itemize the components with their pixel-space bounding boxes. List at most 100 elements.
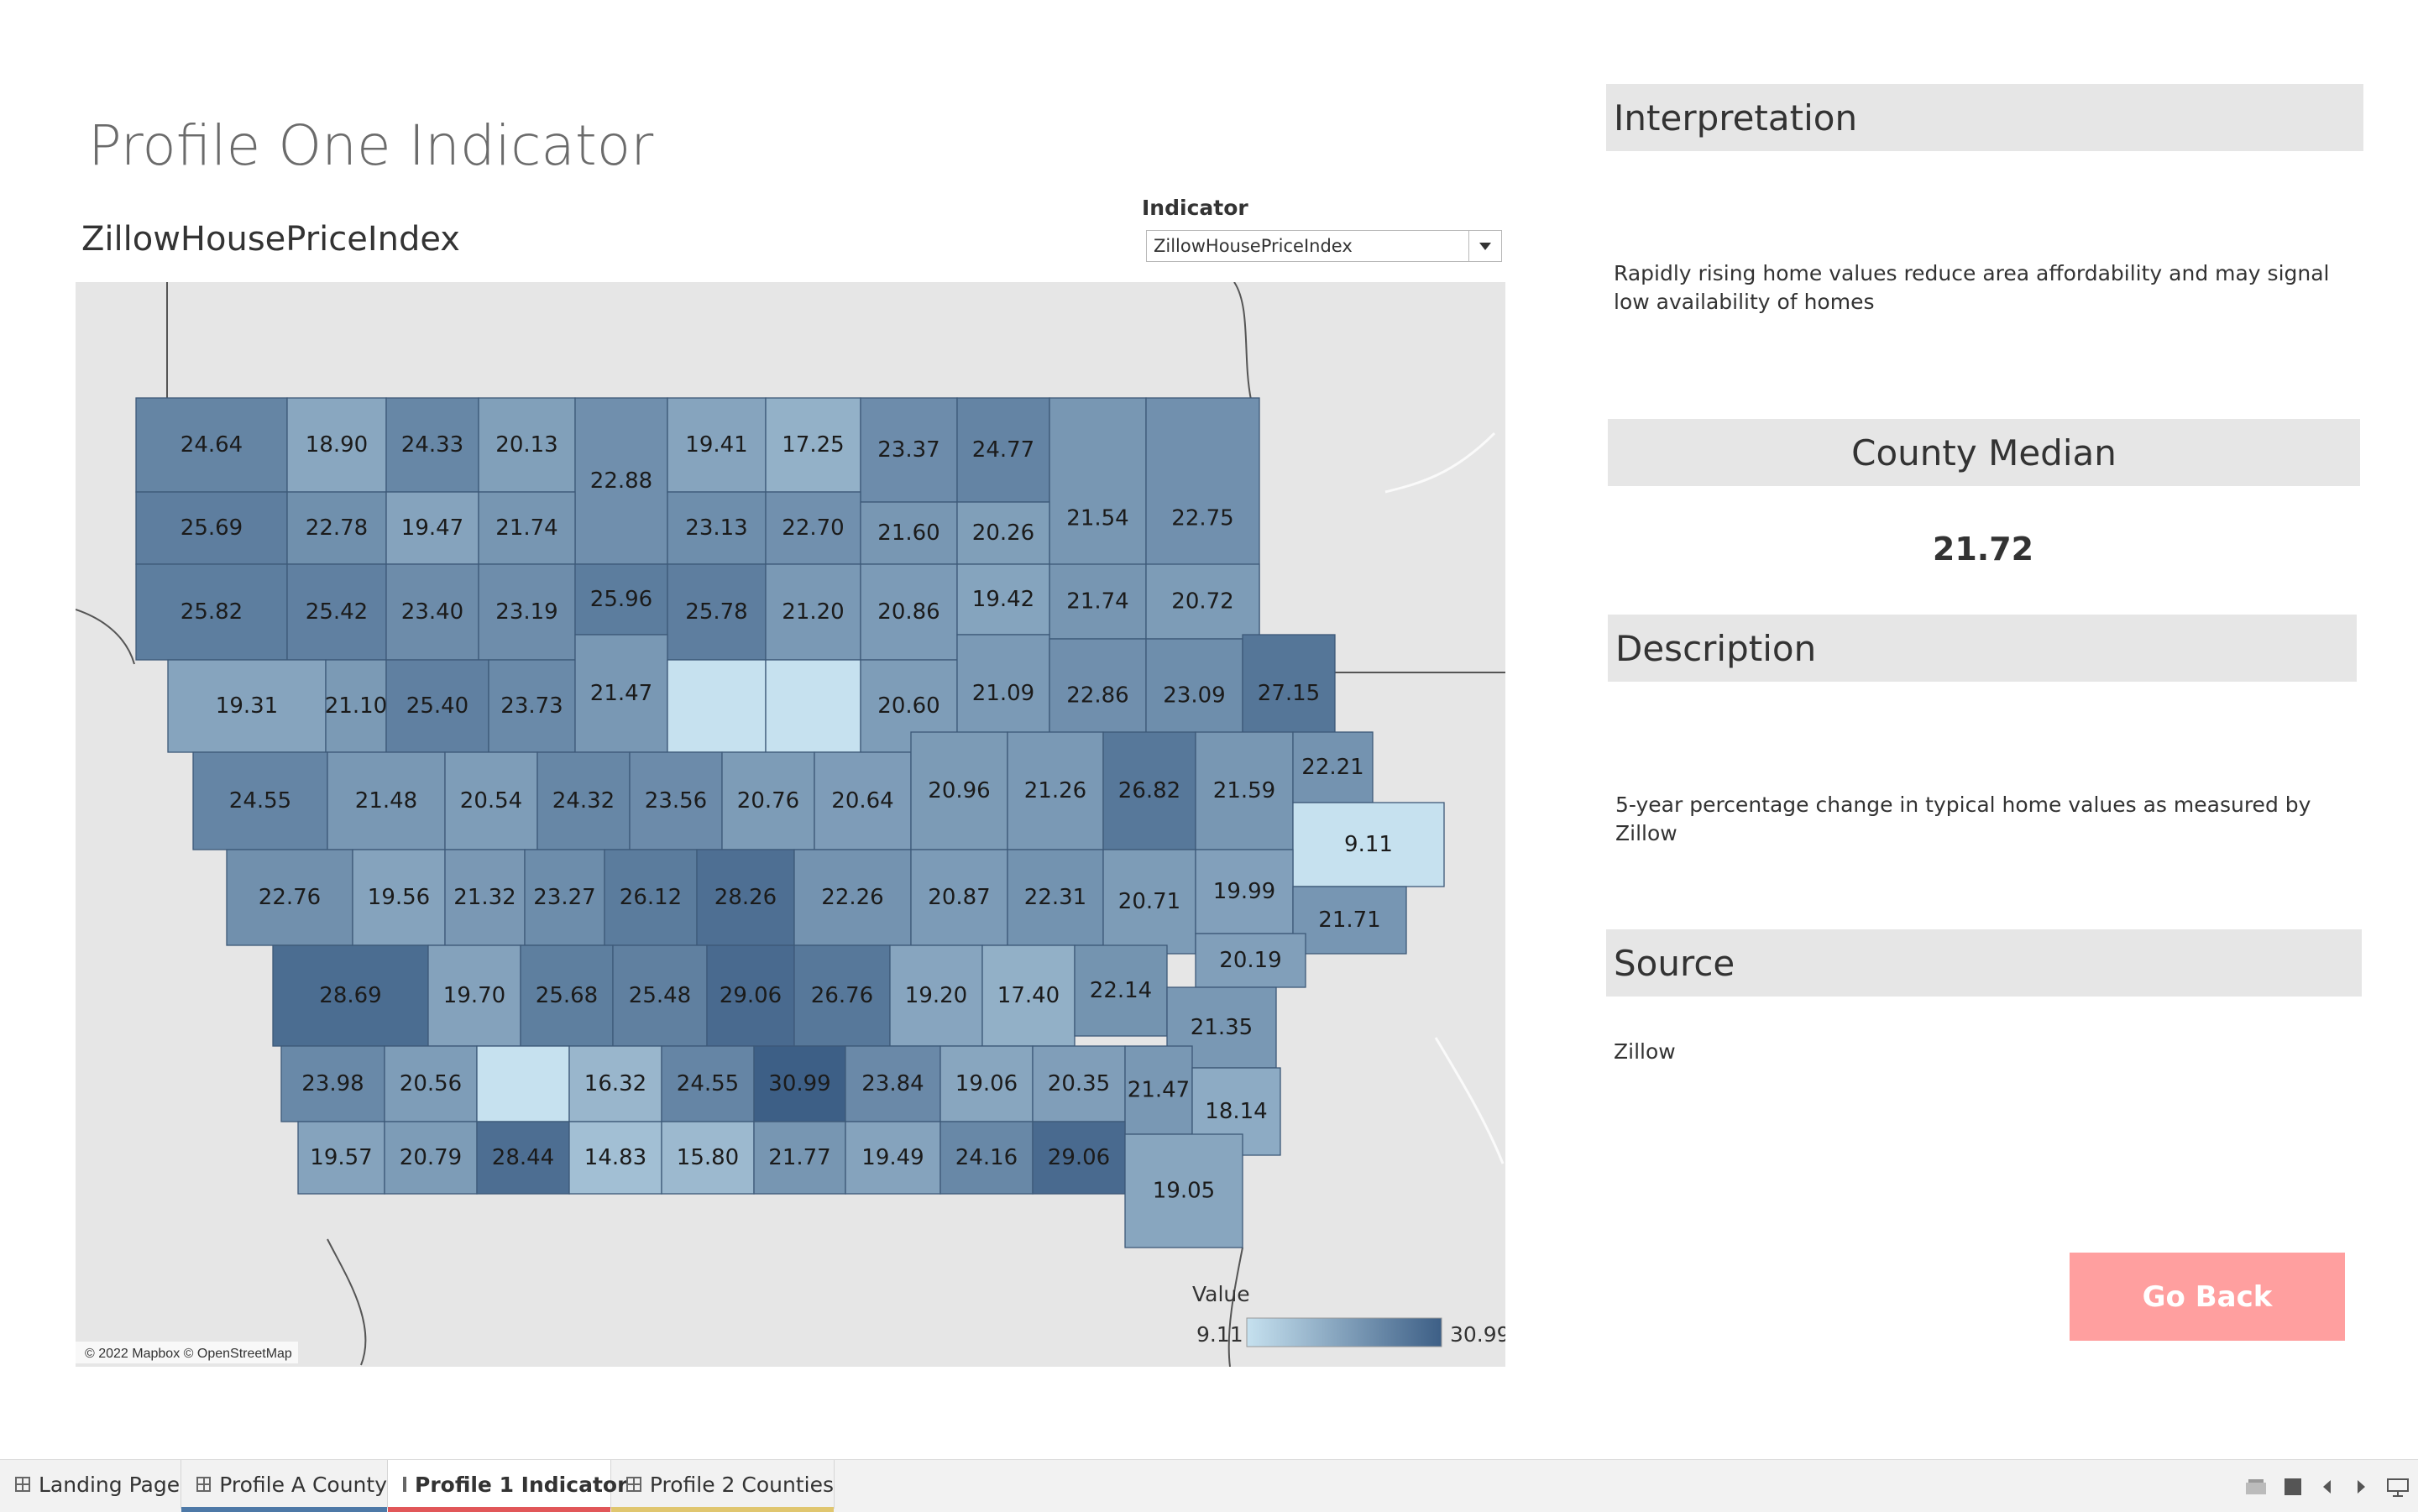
county-shape[interactable] — [325, 659, 387, 753]
county-shape[interactable] — [860, 397, 958, 503]
county-shape[interactable] — [661, 1045, 755, 1122]
indicator-dropdown[interactable]: ZillowHousePriceIndex — [1146, 230, 1502, 262]
county-shape[interactable] — [667, 659, 767, 753]
county-shape[interactable] — [629, 751, 723, 850]
county-shape[interactable] — [1007, 731, 1104, 850]
county-shape[interactable] — [520, 944, 614, 1047]
county-shape[interactable] — [910, 731, 1008, 850]
county-shape[interactable] — [612, 944, 708, 1047]
county-shape[interactable] — [765, 491, 861, 565]
county-shape[interactable] — [1145, 563, 1260, 640]
county-shape[interactable] — [478, 491, 576, 565]
county-shape[interactable] — [574, 634, 668, 753]
county-shape[interactable] — [721, 751, 815, 850]
county-shape[interactable] — [793, 944, 891, 1047]
county-shape[interactable] — [385, 659, 489, 753]
county-shape[interactable] — [661, 1121, 755, 1195]
county-shape[interactable] — [167, 659, 327, 753]
county-shape[interactable] — [1032, 1121, 1126, 1195]
county-shape[interactable] — [765, 563, 861, 661]
county-shape[interactable] — [860, 501, 958, 565]
county-shape[interactable] — [135, 397, 288, 493]
county-shape[interactable] — [1032, 1045, 1126, 1122]
county-shape[interactable] — [192, 751, 328, 850]
county-shape[interactable] — [845, 1121, 941, 1195]
county-shape[interactable] — [286, 397, 387, 493]
county-shape[interactable] — [478, 563, 576, 661]
county-shape[interactable] — [956, 563, 1050, 636]
county-shape[interactable] — [696, 849, 795, 946]
county-shape[interactable] — [272, 944, 429, 1047]
county-shape[interactable] — [860, 563, 958, 661]
square-icon[interactable] — [2284, 1478, 2302, 1499]
county-shape[interactable] — [667, 397, 767, 493]
county-shape[interactable] — [753, 1045, 846, 1122]
county-shape[interactable] — [1292, 802, 1445, 887]
county-shape[interactable] — [385, 491, 479, 565]
layout-toggle-icon[interactable] — [2245, 1478, 2267, 1499]
county-shape[interactable] — [574, 397, 668, 565]
county-shape[interactable] — [1124, 1133, 1243, 1248]
county-shape[interactable] — [1195, 933, 1306, 988]
county-shape[interactable] — [814, 751, 912, 850]
county-shape[interactable] — [536, 751, 631, 850]
county-shape[interactable] — [939, 1121, 1034, 1195]
county-shape[interactable] — [286, 491, 387, 565]
next-arrow-icon[interactable] — [2356, 1478, 2368, 1499]
county-shape[interactable] — [1049, 563, 1147, 640]
county-shape[interactable] — [1195, 731, 1294, 850]
county-shape[interactable] — [568, 1045, 662, 1122]
county-shape[interactable] — [765, 659, 861, 753]
presentation-icon[interactable] — [2386, 1478, 2410, 1501]
county-shape[interactable] — [574, 563, 668, 636]
county-shape[interactable] — [384, 1121, 478, 1195]
county-shape[interactable] — [706, 944, 795, 1047]
county-map[interactable]: 24.64 18.90 24.33 20.13 22.88 19.41 17.25 23.37… — [76, 282, 1505, 1367]
county-shape[interactable] — [384, 1045, 478, 1122]
county-shape[interactable] — [1007, 849, 1104, 946]
county-shape[interactable] — [297, 1121, 385, 1195]
county-shape[interactable] — [327, 751, 446, 850]
county-shape[interactable] — [226, 849, 353, 946]
county-shape[interactable] — [280, 1045, 385, 1122]
county-shape[interactable] — [765, 397, 861, 493]
tab-profile-a-county[interactable]: Profile A County — [181, 1460, 388, 1512]
county-shape[interactable] — [524, 849, 605, 946]
county-layer[interactable] — [135, 397, 1445, 1248]
county-shape[interactable] — [604, 849, 698, 946]
prev-arrow-icon[interactable] — [2321, 1478, 2332, 1499]
county-shape[interactable] — [956, 501, 1050, 565]
county-shape[interactable] — [845, 1045, 941, 1122]
county-shape[interactable] — [981, 944, 1076, 1047]
tab-landing-page[interactable]: Landing Page — [0, 1460, 181, 1509]
county-shape[interactable] — [488, 659, 576, 753]
county-shape[interactable] — [476, 1121, 570, 1195]
county-shape[interactable] — [1102, 731, 1196, 850]
county-shape[interactable] — [956, 397, 1050, 503]
county-shape[interactable] — [427, 944, 521, 1047]
county-shape[interactable] — [1195, 849, 1294, 934]
county-shape[interactable] — [667, 563, 767, 661]
county-shape[interactable] — [667, 491, 767, 565]
county-shape[interactable] — [135, 563, 288, 661]
county-shape[interactable] — [352, 849, 446, 946]
county-shape[interactable] — [286, 563, 387, 661]
county-shape[interactable] — [444, 751, 538, 850]
county-shape[interactable] — [793, 849, 912, 946]
chevron-down-icon[interactable] — [1468, 231, 1501, 261]
county-shape[interactable] — [753, 1121, 846, 1195]
county-shape[interactable] — [939, 1045, 1034, 1122]
county-shape[interactable] — [385, 397, 479, 493]
county-shape[interactable] — [135, 491, 288, 565]
county-shape[interactable] — [478, 397, 576, 493]
tab-profile-2-counties[interactable]: Profile 2 Counties — [611, 1460, 835, 1512]
county-shape[interactable] — [910, 849, 1008, 946]
county-shape[interactable] — [1102, 849, 1196, 955]
county-shape[interactable] — [1124, 1045, 1193, 1135]
county-shape[interactable] — [444, 849, 526, 946]
go-back-button[interactable]: Go Back — [2070, 1253, 2345, 1341]
county-shape[interactable] — [476, 1045, 570, 1122]
county-shape[interactable] — [1292, 731, 1374, 803]
tab-profile-1-indicator[interactable]: Profile 1 Indicator — [388, 1460, 627, 1512]
county-shape[interactable] — [568, 1121, 662, 1195]
